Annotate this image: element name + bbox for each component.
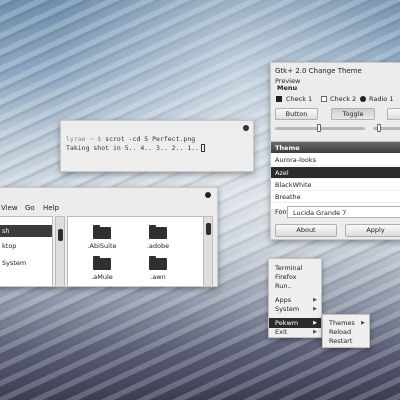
menu-item-firefox[interactable]: Firefox: [275, 273, 297, 281]
chevron-right-icon: ▶: [313, 306, 317, 312]
scrollbar-thumb[interactable]: [206, 223, 211, 235]
sidebar-scrollbar[interactable]: [55, 216, 65, 286]
radio-1-label: Radio 1: [369, 95, 394, 103]
radio-1[interactable]: [360, 96, 366, 102]
menu-view[interactable]: View: [1, 204, 18, 212]
check-2-checkbox[interactable]: [321, 96, 327, 102]
apply-button[interactable]: Apply: [345, 224, 400, 237]
folder-icon[interactable]: [93, 225, 111, 239]
theme-list: Theme Aurora-looks Azel BlackWhite Breat…: [271, 141, 400, 209]
menu-item-exit[interactable]: Exit: [275, 328, 287, 336]
menu-item-pekwm[interactable]: Pekwm: [275, 319, 298, 327]
folder-icon[interactable]: [149, 225, 167, 239]
chevron-right-icon: ▶: [361, 320, 365, 326]
folder-label[interactable]: .awn: [138, 273, 178, 281]
menu-help[interactable]: Help: [43, 204, 59, 212]
theme-row[interactable]: Breathe: [271, 191, 400, 203]
terminal-output: Taking shot in 5.. 4.. 3.. 2.. 1..: [66, 144, 200, 152]
theme-list-header: Theme: [271, 142, 400, 153]
sidebar-item-system[interactable]: System: [2, 259, 26, 267]
scrollbar-thumb[interactable]: [58, 229, 63, 241]
chevron-right-icon: ▶: [313, 320, 317, 326]
terminal-cursor: [201, 144, 206, 152]
theme-row-selected[interactable]: Azel: [271, 167, 400, 179]
root-menu[interactable]: Terminal Firefox Run.. Apps ▶ System ▶ P…: [268, 258, 322, 338]
chevron-right-icon: ▶: [313, 329, 317, 335]
check-1-label: Check 1: [286, 95, 313, 103]
menu-item-restart[interactable]: Restart: [329, 337, 352, 345]
terminal-command: scrot -cd 5 Perfect.png: [105, 135, 196, 143]
file-view-scrollbar[interactable]: [203, 216, 213, 286]
menu-item-apps[interactable]: Apps: [275, 296, 291, 304]
menu-item-themes[interactable]: Themes: [329, 319, 355, 327]
menu-go[interactable]: Go: [25, 204, 35, 212]
file-view: .AbiSuite .adobe .aMule .awn: [67, 216, 204, 286]
window-title: Gtk+ 2.0 Change Theme: [275, 67, 362, 75]
check-2-label: Check 2: [330, 95, 357, 103]
terminal-command-line: lyrae ~ $ scrot -cd 5 Perfect.png: [66, 135, 195, 143]
menu-item-terminal[interactable]: Terminal: [275, 264, 302, 272]
close-icon[interactable]: [243, 125, 249, 131]
theme-row[interactable]: Aurora-looks: [271, 154, 400, 166]
terminal-output-line: Taking shot in 5.. 4.. 3.. 2.. 1..: [66, 144, 206, 152]
folder-icon[interactable]: [149, 256, 167, 270]
folder-label[interactable]: .aMule: [82, 273, 122, 281]
folder-icon[interactable]: [93, 256, 111, 270]
terminal-prompt: lyrae ~ $: [66, 135, 102, 143]
file-manager-menubar: View Go Help: [0, 202, 217, 213]
menu-item-reload[interactable]: Reload: [329, 328, 351, 336]
menu-item-system[interactable]: System: [275, 305, 299, 313]
chevron-right-icon: ▶: [313, 297, 317, 303]
font-selector[interactable]: Lucida Grande 7: [287, 206, 400, 218]
about-button[interactable]: About: [275, 224, 337, 237]
sidebar-item-desktop[interactable]: ktop: [2, 242, 16, 250]
folder-label[interactable]: .adobe: [138, 242, 178, 250]
preview-extra-button[interactable]: [387, 108, 400, 120]
slider-knob[interactable]: [317, 124, 321, 132]
preview-button[interactable]: Button: [275, 108, 318, 120]
slider-knob[interactable]: [377, 124, 381, 132]
sidebar-item-home[interactable]: sh: [0, 225, 52, 237]
file-manager-sidebar: sh ktop System: [0, 216, 53, 286]
menu-item-run[interactable]: Run..: [275, 282, 292, 290]
check-1-checkbox[interactable]: [276, 96, 282, 102]
preview-menu[interactable]: Menu: [277, 84, 297, 92]
file-manager-window[interactable]: View Go Help sh ktop System .AbiSuite .a…: [0, 187, 218, 287]
folder-label[interactable]: .AbiSuite: [82, 242, 122, 250]
close-icon[interactable]: [205, 192, 211, 198]
preview-toggle-button[interactable]: Toggle: [331, 108, 375, 120]
pekwm-submenu[interactable]: Themes ▶ Reload Restart: [322, 314, 370, 348]
gtk-theme-window[interactable]: Gtk+ 2.0 Change Theme Preview Menu Check…: [270, 62, 400, 240]
terminal-window[interactable]: lyrae ~ $ scrot -cd 5 Perfect.png Taking…: [60, 120, 254, 172]
theme-row[interactable]: BlackWhite: [271, 179, 400, 191]
